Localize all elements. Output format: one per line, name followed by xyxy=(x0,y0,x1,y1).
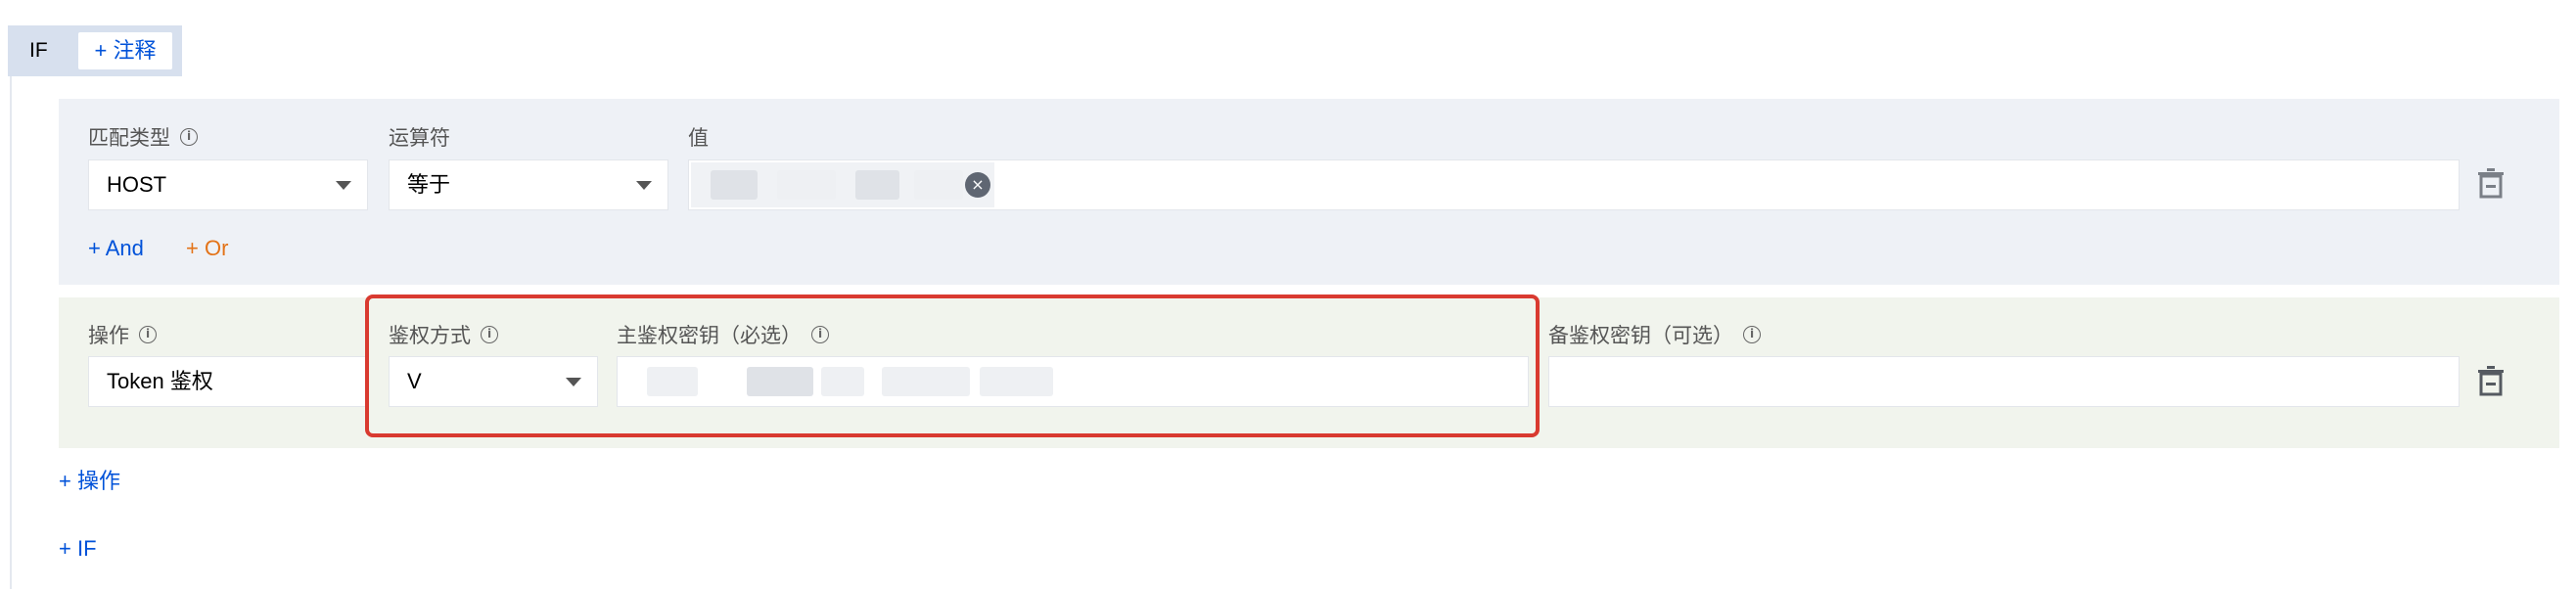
primary-key-label: 主鉴权密钥（必选） i xyxy=(617,320,829,349)
action-select[interactable]: Token 鉴权 xyxy=(88,356,368,407)
auth-method-select[interactable]: V xyxy=(389,356,598,407)
info-icon[interactable]: i xyxy=(1743,326,1761,343)
operator-select[interactable]: 等于 xyxy=(389,159,668,210)
info-icon[interactable]: i xyxy=(139,326,157,343)
add-if-button[interactable]: + IF xyxy=(59,536,97,562)
match-type-value: HOST xyxy=(107,172,167,197)
action-label: 操作 i xyxy=(88,320,157,349)
chevron-down-icon xyxy=(636,181,652,190)
action-value: Token 鉴权 xyxy=(107,369,213,393)
masked-value-segment xyxy=(855,170,899,200)
masked-key-segment xyxy=(647,367,698,396)
masked-value-segment xyxy=(777,170,836,200)
info-icon[interactable]: i xyxy=(811,326,829,343)
match-type-select[interactable]: HOST xyxy=(88,159,368,210)
masked-value-segment xyxy=(711,170,758,200)
add-and-button[interactable]: + And xyxy=(88,236,144,261)
delete-condition-icon[interactable] xyxy=(2476,167,2506,199)
add-comment-button[interactable]: + 注释 xyxy=(78,32,172,69)
operator-label-text: 运算符 xyxy=(389,127,450,150)
action-label-text: 操作 xyxy=(88,325,129,347)
if-block-header: IF + 注释 xyxy=(8,25,182,76)
masked-key-segment xyxy=(980,367,1053,396)
auth-method-label: 鉴权方式 i xyxy=(389,320,498,349)
delete-operation-icon[interactable] xyxy=(2476,365,2506,396)
operator-label: 运算符 xyxy=(389,122,450,152)
add-or-button[interactable]: + Or xyxy=(186,236,228,261)
operator-value: 等于 xyxy=(407,172,451,197)
auth-method-value: V xyxy=(407,369,422,393)
chevron-down-icon xyxy=(336,181,351,190)
masked-key-segment xyxy=(747,367,813,396)
masked-key-segment xyxy=(882,367,970,396)
info-icon[interactable]: i xyxy=(481,326,498,343)
primary-key-label-text: 主鉴权密钥（必选） xyxy=(617,325,802,347)
masked-key-segment xyxy=(821,367,864,396)
match-type-label: 匹配类型 i xyxy=(88,122,198,152)
value-label: 值 xyxy=(688,122,709,152)
match-type-label-text: 匹配类型 xyxy=(88,127,170,150)
clear-tag-icon[interactable]: × xyxy=(965,172,990,198)
chevron-down-icon xyxy=(566,378,581,386)
value-label-text: 值 xyxy=(688,127,709,150)
masked-value-segment xyxy=(914,170,963,200)
auth-method-label-text: 鉴权方式 xyxy=(389,325,471,347)
if-label: IF xyxy=(29,39,48,62)
primary-key-input[interactable] xyxy=(617,356,1529,407)
if-guide-line xyxy=(10,76,12,589)
backup-key-label: 备鉴权密钥（可选） i xyxy=(1548,320,1761,349)
add-operation-button[interactable]: + 操作 xyxy=(59,464,120,495)
backup-key-label-text: 备鉴权密钥（可选） xyxy=(1548,325,1733,347)
backup-key-input[interactable] xyxy=(1548,356,2460,407)
info-icon[interactable]: i xyxy=(180,128,198,146)
value-input[interactable]: × xyxy=(688,159,2460,210)
